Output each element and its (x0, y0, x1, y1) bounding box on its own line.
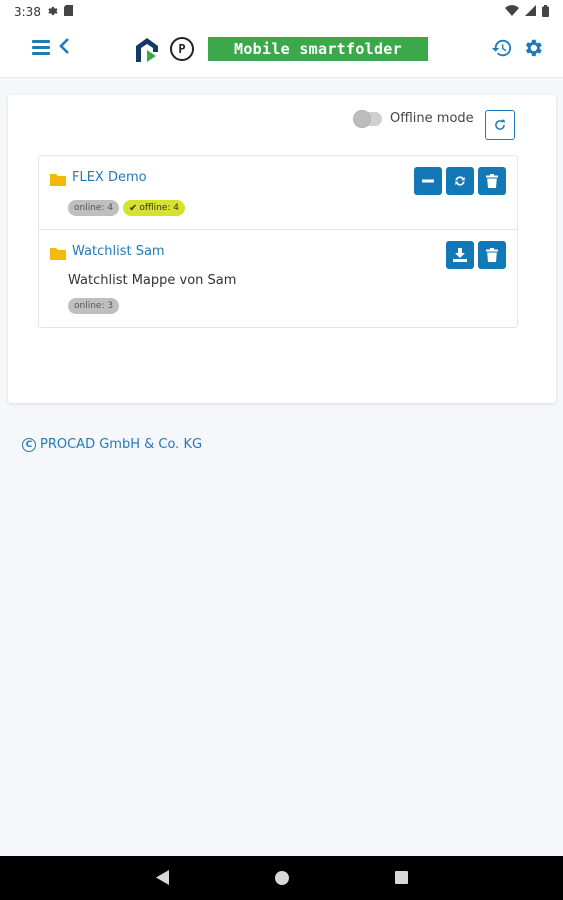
signal-icon (525, 5, 536, 19)
app-bar: P Mobile smartfolder (0, 24, 563, 78)
refresh-button[interactable] (485, 110, 515, 140)
battery-icon (542, 4, 549, 20)
offline-count-badge: ✔ offline: 4 (123, 200, 185, 216)
copyright-text: PROCAD GmbH & Co. KG (40, 437, 203, 452)
nav-back-icon[interactable] (156, 870, 169, 889)
copyright-icon: C (22, 437, 36, 452)
badge-label: offline: 4 (139, 203, 179, 213)
smartfolder-card: Offline mode FLEX Demo online: 4 ✔ offli… (8, 95, 556, 403)
trash-icon (486, 248, 498, 262)
folder-icon (50, 245, 66, 260)
settings-notification-icon (47, 5, 58, 19)
download-button[interactable] (446, 241, 474, 269)
sync-button[interactable] (446, 167, 474, 195)
delete-button[interactable] (478, 167, 506, 195)
offline-mode-toggle[interactable] (353, 109, 382, 128)
list-item: Watchlist Sam Watchlist Mappe von Sam on… (39, 230, 517, 327)
settings-gear-icon[interactable] (522, 37, 544, 59)
online-count-badge: online: 3 (68, 298, 120, 314)
folder-icon (50, 171, 66, 186)
offline-mode-label: Offline mode (390, 111, 474, 126)
status-time: 3:38 (14, 5, 41, 19)
menu-icon[interactable] (32, 40, 50, 56)
list-item: FLEX Demo online: 4 ✔ offline: 4 (39, 156, 517, 230)
p-logo-badge: P (170, 37, 194, 61)
refresh-icon (495, 119, 505, 130)
minus-icon (422, 179, 434, 183)
nav-home-icon[interactable] (275, 871, 289, 885)
folder-title[interactable]: FLEX Demo (72, 170, 147, 185)
delete-button[interactable] (478, 241, 506, 269)
wifi-icon (505, 5, 519, 19)
folder-list: FLEX Demo online: 4 ✔ offline: 4 Watchli… (38, 155, 518, 328)
page-title: Mobile smartfolder (208, 37, 428, 61)
history-icon[interactable] (491, 37, 513, 59)
remove-offline-button[interactable] (414, 167, 442, 195)
badge-label: online: 4 (74, 203, 114, 213)
back-icon[interactable] (58, 36, 70, 61)
app-logo (134, 36, 160, 64)
sd-card-icon (63, 5, 73, 19)
badge-label: online: 3 (74, 301, 114, 311)
sync-icon (455, 176, 465, 186)
status-bar: 3:38 (0, 0, 563, 24)
folder-title[interactable]: Watchlist Sam (72, 244, 165, 259)
copyright-link[interactable]: C PROCAD GmbH & Co. KG (22, 437, 202, 452)
trash-icon (486, 174, 498, 188)
check-icon: ✔ (129, 202, 138, 214)
offline-mode-row: Offline mode (353, 109, 474, 128)
nav-recents-icon[interactable] (395, 871, 408, 884)
folder-description: Watchlist Mappe von Sam (68, 273, 237, 288)
download-icon (453, 248, 467, 262)
system-nav-bar (0, 856, 563, 900)
online-count-badge: online: 4 (68, 200, 120, 216)
